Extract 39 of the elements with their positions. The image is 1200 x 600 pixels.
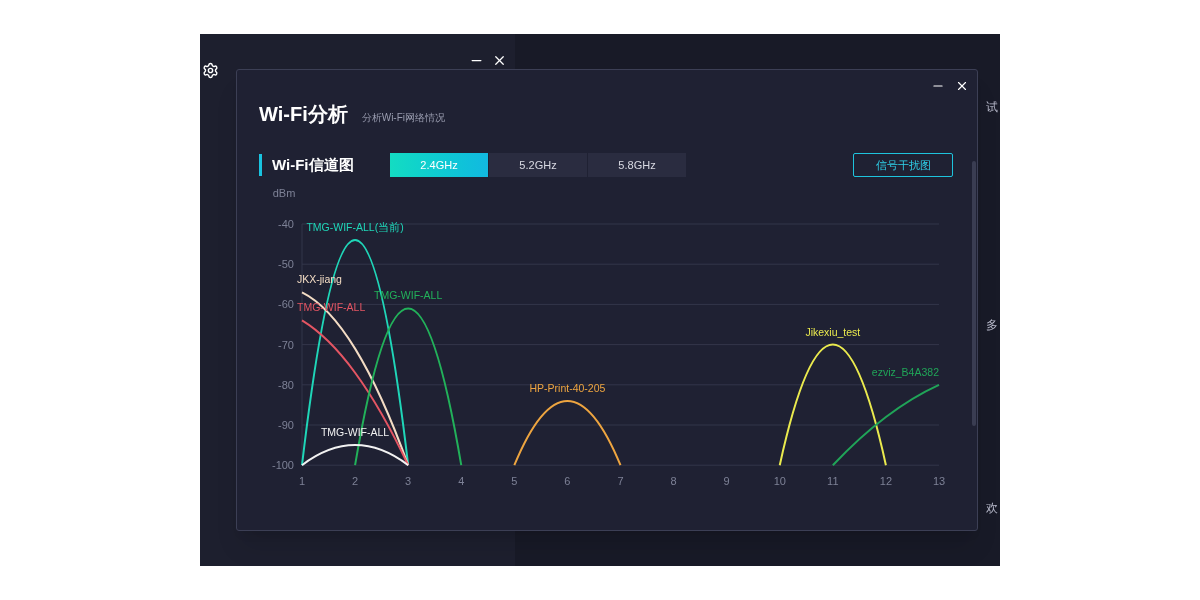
x-tick-label: 5 [511, 475, 518, 488]
network-label: HP-Print-40-205 [529, 381, 606, 394]
x-tick-label: 13 [932, 475, 946, 488]
x-tick-label: 1 [298, 475, 306, 488]
network-label: TMG-WIF-ALL(当前) [306, 221, 404, 234]
panel-text: 欢 [986, 500, 998, 517]
y-tick-label: -70 [278, 338, 294, 351]
x-tick-label: 3 [405, 475, 412, 488]
scrollbar[interactable] [972, 161, 976, 426]
settings-icon[interactable] [202, 62, 219, 79]
x-tick-label: 8 [670, 475, 677, 488]
dialog-title: Wi-Fi分析 [259, 102, 348, 127]
x-tick-label: 7 [617, 475, 624, 488]
dialog-subtitle: 分析Wi-Fi网络情况 [361, 111, 446, 125]
section-marker [259, 154, 262, 176]
close-icon[interactable] [955, 79, 969, 93]
x-tick-label: 4 [458, 475, 465, 488]
y-tick-label: -90 [278, 419, 294, 431]
x-tick-label: 2 [352, 475, 359, 488]
network-label: ezviz_B4A382 [871, 365, 939, 378]
band-tab[interactable]: 5.2GHz [489, 153, 587, 177]
x-tick-label: 10 [773, 475, 786, 488]
x-tick-label: 9 [723, 475, 730, 488]
panel-text: 试 [986, 99, 998, 116]
network-label: Jikexiu_test [805, 325, 861, 338]
section-title: Wi-Fi信道图 [272, 154, 355, 175]
x-tick-label: 12 [879, 475, 893, 488]
interference-button[interactable]: 信号干扰图 [853, 153, 953, 177]
x-tick-label: 11 [827, 475, 839, 488]
close-icon[interactable] [492, 53, 507, 68]
x-tick-label: 6 [564, 475, 571, 488]
y-tick-label: -100 [271, 459, 294, 472]
axis-unit: dBm [272, 187, 296, 199]
band-tab[interactable]: 5.8GHz [588, 153, 686, 177]
y-tick-label: -50 [278, 258, 294, 271]
y-tick-label: -60 [278, 298, 294, 311]
y-tick-label: -80 [278, 378, 294, 391]
y-tick-label: -40 [278, 218, 294, 230]
panel-text: 多 [986, 317, 998, 334]
